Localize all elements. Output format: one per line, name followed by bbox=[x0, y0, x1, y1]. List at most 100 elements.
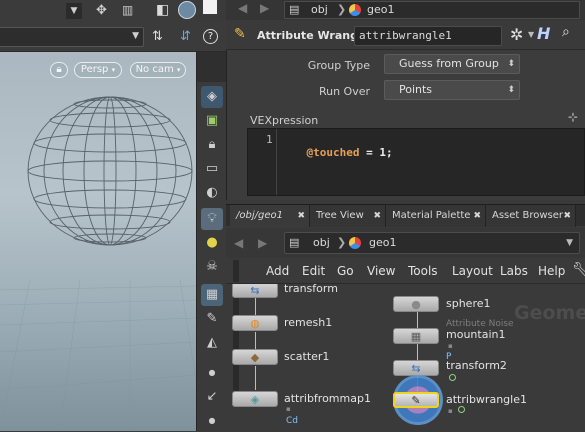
menu-labs[interactable]: Labs bbox=[500, 258, 528, 284]
menu-edit[interactable]: Edit bbox=[302, 258, 325, 284]
help-icon[interactable]: ? bbox=[203, 29, 218, 44]
shading-sphere-icon[interactable]: ◐ bbox=[201, 182, 223, 204]
flag-lock-icon: ▪ bbox=[448, 342, 453, 350]
menu-go[interactable]: Go bbox=[337, 258, 354, 284]
menu-view[interactable]: View bbox=[367, 258, 395, 284]
tab-label: /obj/geo1 bbox=[236, 210, 283, 221]
tab-obj-geo1[interactable]: /obj/geo1 ✖ bbox=[230, 205, 310, 227]
node-transform[interactable]: ⇆ bbox=[232, 284, 278, 298]
forward-arrow-icon[interactable]: ▶ bbox=[258, 236, 267, 250]
headlight-icon[interactable]: ● bbox=[201, 232, 223, 254]
node-scatter1[interactable]: ◆ bbox=[232, 349, 278, 365]
globe-display-icon[interactable] bbox=[178, 1, 196, 19]
expand-editor-icon[interactable]: ⊹ bbox=[568, 110, 578, 124]
snap-tool-icon[interactable]: ⇅ bbox=[152, 28, 170, 46]
updown-arrow-icon: ⬍ bbox=[507, 59, 515, 69]
skull-icon[interactable]: ☠ bbox=[201, 256, 223, 278]
white-swatch-icon[interactable] bbox=[203, 0, 217, 14]
render-icon[interactable]: ◭ bbox=[201, 332, 223, 354]
menu-handle[interactable] bbox=[233, 260, 239, 282]
folder-icon: ▤ bbox=[289, 236, 300, 249]
dropdown-arrow-icon[interactable]: ▼ bbox=[66, 3, 82, 19]
network-menu-bar: Add Edit Go View Tools Layout Labs Help … bbox=[226, 258, 585, 284]
chevron-down-icon[interactable]: ▼ bbox=[528, 30, 534, 39]
perspective-label: Persp bbox=[80, 64, 109, 75]
ghost-icon[interactable]: ▭ bbox=[201, 158, 223, 180]
back-arrow-icon[interactable]: ◀ bbox=[234, 236, 243, 250]
vex-code-editor[interactable]: 1 @touched = 1; bbox=[247, 128, 585, 196]
close-icon[interactable]: ✖ bbox=[563, 205, 571, 227]
network-scroll-handle[interactable] bbox=[233, 284, 239, 402]
handle-tool-icon[interactable]: ✥ bbox=[96, 2, 114, 20]
dot-icon[interactable]: ● bbox=[201, 410, 223, 432]
menu-tools[interactable]: Tools bbox=[408, 258, 438, 284]
tab-label: Material Palette bbox=[392, 210, 471, 221]
forward-arrow-icon[interactable]: ▶ bbox=[260, 1, 269, 15]
lock-icon[interactable]: 🔒︎ bbox=[201, 134, 223, 156]
tab-asset-browser[interactable]: Asset Browser ✖ bbox=[486, 205, 576, 227]
align-tool-icon[interactable]: ⇵ bbox=[180, 28, 198, 46]
viewport-toolbar: ▼ ⇅ ⇵ ? bbox=[0, 22, 226, 52]
group-type-select[interactable]: Guess from Group ⬍ bbox=[384, 54, 520, 74]
node-name-field[interactable]: attribwrangle1 bbox=[354, 26, 502, 46]
wire bbox=[255, 366, 256, 390]
brush-icon[interactable]: ✎ bbox=[201, 308, 223, 330]
parameter-path-field[interactable]: ▤ obj ❯ geo1 bbox=[284, 1, 580, 19]
path-separator-icon: ❯ bbox=[337, 236, 347, 249]
attribute-map-icon: ◈ bbox=[250, 393, 260, 406]
group-type-label: Group Type bbox=[307, 59, 370, 72]
node-attribfrommap1[interactable]: ◈ bbox=[232, 391, 278, 407]
close-icon[interactable]: ✖ bbox=[297, 205, 305, 227]
dot-icon[interactable]: ● bbox=[201, 362, 223, 384]
camera-view-icon[interactable]: ▦ bbox=[201, 284, 223, 306]
node-attribwrangle1[interactable]: ✎ bbox=[393, 392, 439, 408]
network-watermark: Geome bbox=[514, 302, 585, 324]
path-node: geo1 bbox=[367, 3, 395, 16]
node-label: attribfrommap1 bbox=[284, 392, 371, 405]
light-icon[interactable]: 💡︎ bbox=[201, 208, 223, 230]
geo-icon bbox=[349, 237, 361, 249]
tab-tree-view[interactable]: Tree View ✖ bbox=[310, 205, 386, 227]
help-h-icon[interactable]: H bbox=[537, 24, 550, 43]
viewport-top-bar: ▼ ✥ ▥ ◧ bbox=[0, 0, 217, 22]
node-sphere1[interactable]: ● bbox=[393, 296, 439, 312]
node-remesh1[interactable]: ◍ bbox=[232, 315, 278, 331]
network-path-field[interactable]: ▤ obj ❯ geo1 ▼ bbox=[284, 232, 580, 254]
measure-icon[interactable]: ↙ bbox=[201, 386, 223, 408]
menu-layout[interactable]: Layout bbox=[452, 258, 493, 284]
node-label: sphere1 bbox=[446, 297, 491, 310]
wire bbox=[417, 312, 418, 328]
perspective-menu[interactable]: Persp ▾ bbox=[74, 62, 122, 78]
run-over-value: Points bbox=[399, 83, 433, 96]
node-label: attribwrangle1 bbox=[446, 393, 527, 406]
template-icon[interactable]: ▣ bbox=[201, 110, 223, 132]
back-arrow-icon[interactable]: ◀ bbox=[238, 1, 247, 15]
noise-icon: ▦ bbox=[410, 330, 422, 343]
menu-help[interactable]: Help bbox=[538, 258, 565, 284]
tab-material-palette[interactable]: Material Palette ✖ bbox=[386, 205, 486, 227]
sphere-icon: ● bbox=[411, 298, 421, 311]
menu-add[interactable]: Add bbox=[266, 258, 289, 284]
camera-menu[interactable]: No cam ▾ bbox=[130, 62, 186, 78]
viewport-state-dropdown[interactable]: ▼ bbox=[0, 27, 144, 47]
camera-icon[interactable]: ▥ bbox=[122, 3, 136, 17]
run-over-select[interactable]: Points ⬍ bbox=[384, 80, 520, 100]
node-name-value: attribwrangle1 bbox=[359, 29, 452, 42]
node-mountain1[interactable]: ▦ bbox=[393, 328, 439, 344]
gear-icon[interactable]: ✲ bbox=[510, 25, 523, 44]
node-label: remesh1 bbox=[284, 316, 333, 329]
lock-camera-button[interactable]: 🔒︎ bbox=[50, 62, 68, 78]
view-cube-icon[interactable]: ◧ bbox=[156, 1, 174, 19]
visualizer-icon[interactable]: ◈ bbox=[201, 86, 223, 108]
output-dot-icon bbox=[449, 374, 456, 381]
network-editor[interactable]: Geome ⇆ transform ◍ remesh1 ◆ scatter1 ◈… bbox=[226, 284, 585, 431]
display-options-shelf: ◈ ▣ 🔒︎ ▭ ◐ 💡︎ ● ☠ ▦ ✎ ◭ ● ↙ ● bbox=[196, 52, 227, 432]
close-icon[interactable]: ✖ bbox=[473, 205, 481, 227]
path-separator-icon: ❯ bbox=[337, 3, 347, 16]
close-icon[interactable]: ✖ bbox=[373, 205, 381, 227]
search-icon[interactable]: ⌕ bbox=[562, 24, 570, 40]
chevron-down-icon[interactable]: ▼ bbox=[566, 233, 573, 253]
node-transform2[interactable]: ⇆ bbox=[393, 360, 439, 376]
wrench-icon[interactable]: 🔧︎ bbox=[572, 262, 585, 278]
output-dot-icon bbox=[458, 406, 465, 413]
